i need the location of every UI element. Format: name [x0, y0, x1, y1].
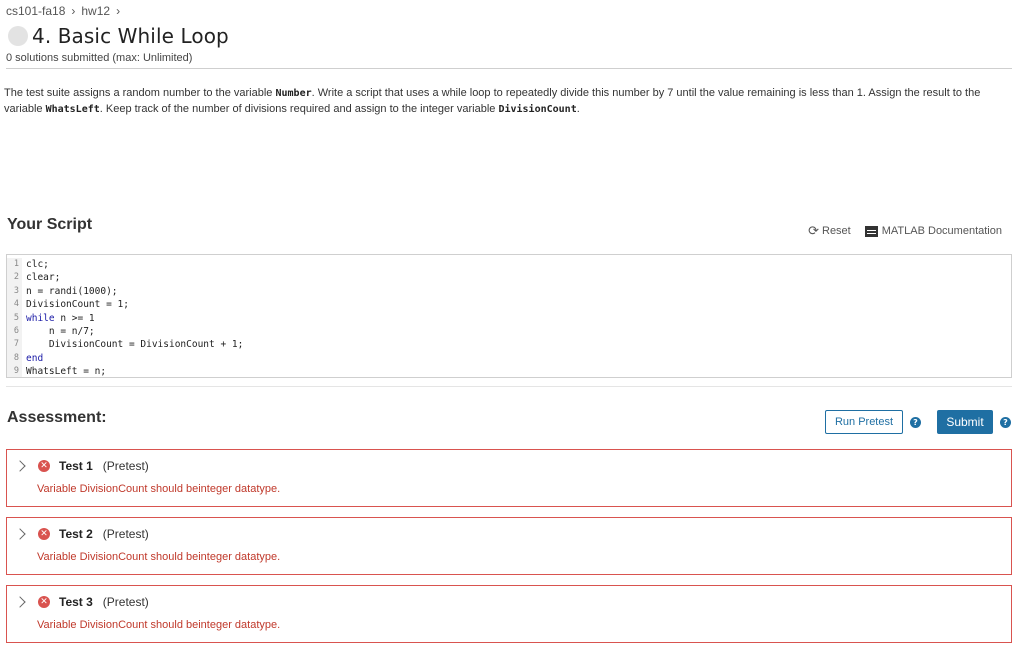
code-line[interactable]: 8 end — [7, 351, 1011, 366]
breadcrumb-assignment[interactable]: hw12 — [81, 4, 110, 18]
code-text: DivisionCount = DivisionCount + 1; — [26, 339, 244, 351]
line-number: 1 — [7, 258, 22, 272]
problem-header: 4. Basic While Loop — [8, 24, 229, 48]
assessment-heading: Assessment: — [7, 409, 107, 426]
chevron-right-icon[interactable] — [14, 528, 26, 540]
line-number: 4 — [7, 298, 22, 312]
code-line[interactable]: 4 DivisionCount = 1; — [7, 298, 1011, 312]
description-text: The test suite assigns a random number t… — [4, 87, 276, 99]
code-text: n = randi(1000); — [26, 285, 118, 297]
test-header[interactable]: ✕ Test 1 (Pretest) — [14, 459, 149, 473]
test-header[interactable]: ✕ Test 2 (Pretest) — [14, 527, 149, 541]
test-header[interactable]: ✕ Test 3 (Pretest) — [14, 595, 149, 609]
test-type: (Pretest) — [102, 527, 149, 541]
code-line[interactable]: 5 while n >= 1 — [7, 311, 1011, 325]
code-text: clear; — [26, 272, 61, 284]
chevron-right-icon: › — [116, 4, 121, 18]
script-heading: Your Script — [7, 216, 93, 233]
code-text: DivisionCount = 1; — [26, 299, 129, 311]
test-type: (Pretest) — [102, 595, 149, 609]
reset-button[interactable]: ⟳ Reset — [808, 223, 851, 239]
test-name: Test 2 — [59, 527, 93, 541]
variable-name: WhatsLeft — [45, 103, 100, 115]
test-type: (Pretest) — [102, 459, 149, 473]
line-number: 6 — [7, 324, 22, 339]
matlab-documentation-link[interactable]: MATLAB Documentation — [864, 225, 1002, 237]
reset-label: Reset — [822, 225, 851, 237]
variable-name: Number — [275, 88, 312, 99]
test-result[interactable]: ✕ Test 3 (Pretest) Variable DivisionCount s… — [6, 585, 1012, 643]
page-title: 4. Basic While Loop — [32, 24, 229, 48]
line-number: 9 — [7, 365, 22, 377]
divider — [6, 386, 1012, 387]
line-number: 8 — [7, 351, 22, 366]
code-line[interactable]: 3 n = randi(1000); — [7, 284, 1011, 299]
code-text: n = n/7; — [26, 325, 95, 337]
test-name: Test 1 — [59, 459, 93, 473]
code-line[interactable]: 1 clc; — [7, 258, 1011, 272]
submission-count: 0 solutions submitted (max: Unlimited) — [6, 52, 193, 64]
description-text: . — [576, 102, 580, 115]
code-keyword: while — [26, 312, 55, 324]
script-toolbar: ⟳ Reset MATLAB Documentation — [808, 223, 1002, 239]
x-circle-icon: ✕ — [38, 596, 50, 608]
test-error-message: Variable DivisionCount should beinteger … — [37, 619, 281, 631]
problem-description: The test suite assigns a random number t… — [4, 86, 1004, 117]
test-result[interactable]: ✕ Test 1 (Pretest) Variable DivisionCount s… — [6, 449, 1012, 507]
code-text: WhatsLeft = n; — [26, 366, 107, 378]
line-number: 2 — [7, 271, 22, 285]
chevron-right-icon: › — [71, 4, 76, 18]
book-icon — [864, 225, 878, 237]
line-number: 3 — [7, 284, 22, 299]
code-keyword: end — [26, 352, 44, 364]
breadcrumb-course[interactable]: cs101-fa18 — [6, 4, 65, 18]
question-circle-icon[interactable]: ? — [910, 417, 921, 428]
variable-name: DivisionCount — [498, 103, 577, 115]
test-name: Test 3 — [59, 595, 93, 609]
code-text: end — [22, 352, 43, 365]
x-circle-icon: ✕ — [38, 460, 50, 472]
chevron-right-icon[interactable] — [14, 596, 26, 608]
divider — [6, 68, 1012, 69]
test-error-message: Variable DivisionCount should beinteger … — [37, 483, 281, 495]
code-editor[interactable]: 1 clc; 2 clear; 3 n = randi(1000); 4 DivisionCo… — [6, 254, 1012, 378]
line-number: 5 — [7, 311, 22, 325]
question-circle-icon[interactable]: ? — [1000, 417, 1011, 428]
code-text: clc; — [26, 259, 49, 270]
test-error-message: Variable DivisionCount should beinteger … — [37, 551, 281, 563]
code-line[interactable]: 2 clear; — [7, 271, 1011, 285]
submit-button[interactable]: Submit — [937, 410, 993, 434]
chevron-right-icon[interactable] — [14, 460, 26, 472]
line-number: 7 — [7, 338, 22, 352]
description-text: . Keep track of the number of divisions … — [99, 102, 499, 115]
code-line[interactable]: 7 DivisionCount = DivisionCount + 1; — [7, 338, 1011, 352]
test-result[interactable]: ✕ Test 2 (Pretest) Variable DivisionCount s… — [6, 517, 1012, 575]
refresh-icon: ⟳ — [808, 223, 819, 238]
breadcrumb: cs101-fa18 › hw12 › — [6, 4, 126, 18]
run-pretest-button[interactable]: Run Pretest — [825, 410, 903, 434]
documentation-label: MATLAB Documentation — [881, 225, 1002, 237]
status-circle-icon — [8, 26, 28, 46]
code-line[interactable]: 6 n = n/7; — [7, 324, 1011, 339]
code-text: while n >= 1 — [26, 312, 95, 324]
x-circle-icon: ✕ — [38, 528, 50, 540]
code-line[interactable]: 9 WhatsLeft = n; — [7, 365, 1011, 378]
